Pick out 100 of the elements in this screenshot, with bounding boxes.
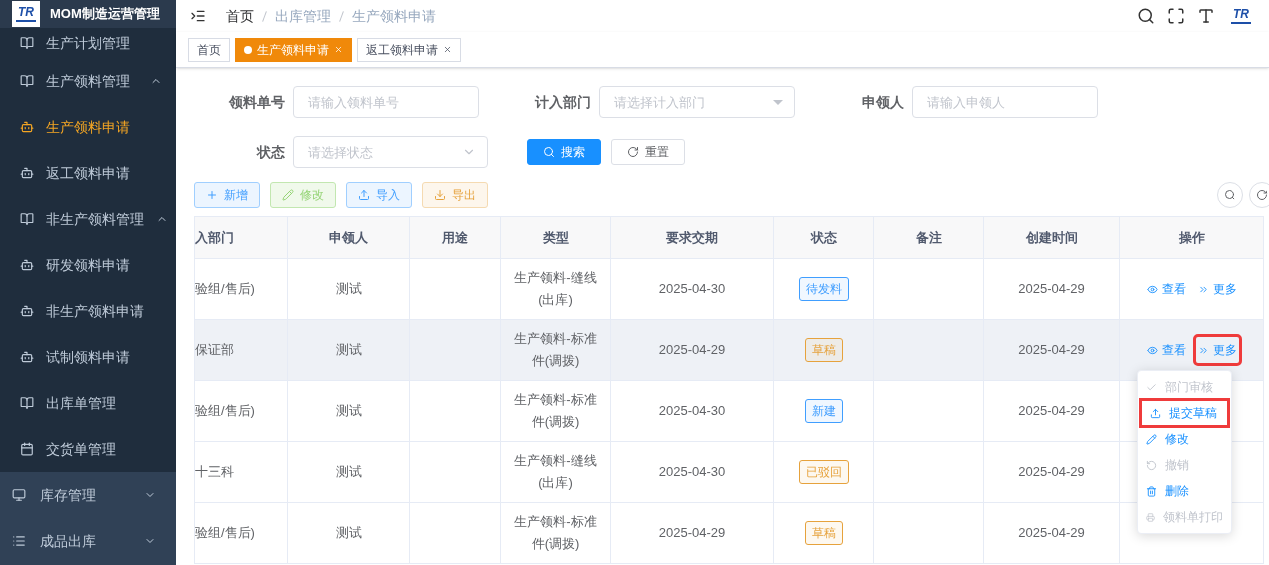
sidebar-item[interactable]: 出库单管理 [0, 380, 176, 426]
view-link[interactable]: 查看 [1144, 337, 1188, 363]
breadcrumb-link[interactable]: 出库管理 [275, 5, 331, 27]
search-icon [543, 146, 555, 158]
eye-icon [1146, 283, 1158, 295]
table-cell: 2025-04-29 [983, 441, 1120, 503]
book-icon [20, 396, 34, 410]
add-icon [206, 189, 218, 201]
column-header: 创建时间 [983, 216, 1120, 259]
table-cell: 2025-04-29 [983, 319, 1120, 381]
page-tab[interactable]: 首页 [188, 37, 230, 62]
pencil-icon [1146, 433, 1157, 445]
select-field[interactable]: 请选择状态 [293, 136, 488, 168]
status-tag: 草稿 [804, 338, 843, 362]
check-icon [1146, 381, 1157, 393]
breadcrumb-link[interactable]: 首页 [226, 5, 254, 27]
column-header: 用途 [409, 216, 501, 259]
table-cell: 2025-04-30 [610, 380, 774, 442]
book-icon [20, 212, 34, 226]
table-cell: 验组/售后) [194, 258, 288, 320]
sidebar-item[interactable]: 库存管理 [0, 472, 176, 518]
font-size-icon[interactable] [1197, 7, 1215, 25]
export-icon [434, 189, 446, 201]
menu-item[interactable]: 提交草稿 [1142, 401, 1227, 425]
search-icon[interactable] [1137, 7, 1155, 25]
monitor-icon [12, 488, 26, 502]
toolbar-button[interactable]: 导出 [422, 182, 488, 208]
column-header: 入部门 [194, 216, 288, 259]
logo: TR [1227, 3, 1255, 29]
menu-icon[interactable] [190, 8, 206, 24]
column-header: 申领人 [287, 216, 410, 259]
sidebar-item[interactable]: 非生产领料管理 [0, 196, 176, 242]
robot-icon [20, 350, 34, 364]
fullscreen-icon[interactable] [1167, 7, 1185, 25]
sidebar-item[interactable]: 研发领料申请 [0, 242, 176, 288]
table-cell: 保证部 [194, 319, 288, 381]
column-header: 要求交期 [610, 216, 774, 259]
edit-icon [282, 189, 294, 201]
sidebar-item[interactable]: 试制领料申请 [0, 334, 176, 380]
upload-icon [1150, 407, 1161, 419]
list-icon [12, 534, 26, 548]
column-header: 操作 [1119, 216, 1264, 259]
column-header: 状态 [773, 216, 874, 259]
close-icon[interactable] [443, 45, 452, 54]
table-cell: 2025-04-29 [983, 502, 1120, 564]
sidebar-item[interactable]: 返工领料申请 [0, 150, 176, 196]
undo-icon [1146, 459, 1157, 471]
menu-item[interactable]: 删除 [1138, 479, 1231, 503]
robot-icon [20, 304, 34, 318]
table-cell: 生产领料-标准件(调拨) [500, 502, 611, 564]
status-tag: 已驳回 [798, 460, 849, 484]
column-header: 类型 [500, 216, 611, 259]
book-icon [20, 74, 34, 88]
import-icon [358, 189, 370, 201]
table-cell: 测试 [287, 319, 410, 381]
input-field[interactable]: 请输入申领人 [912, 86, 1098, 118]
calendar-icon [20, 442, 34, 456]
sidebar-item[interactable]: 生产计划管理 [0, 28, 176, 58]
table-cell: 2025-04-29 [610, 319, 774, 381]
status-tag: 待发料 [798, 277, 849, 301]
toolbar-button[interactable]: 导入 [346, 182, 412, 208]
sidebar-item[interactable]: 交货单管理 [0, 426, 176, 472]
page-tab[interactable]: 生产领料申请 [235, 37, 352, 62]
table-cell: 生产领料-标准件(调拨) [500, 380, 611, 442]
field-label: 状态 [255, 142, 285, 162]
table-cell: 2025-04-29 [983, 380, 1120, 442]
book-icon [20, 36, 34, 50]
table-cell: 2025-04-29 [983, 258, 1120, 320]
status-tag: 新建 [804, 399, 843, 423]
field-label: 计入部门 [533, 92, 591, 112]
table-cell: 测试 [287, 502, 410, 564]
refresh-icon [627, 146, 639, 158]
search-button[interactable]: 搜索 [527, 139, 601, 165]
menu-item[interactable]: 修改 [1138, 427, 1231, 451]
sidebar-item[interactable]: 生产领料申请 [0, 104, 176, 150]
table-cell: 测试 [287, 441, 410, 503]
toolbar-button[interactable]: 新增 [194, 182, 260, 208]
table-cell: 测试 [287, 258, 410, 320]
table-cell: 2025-04-30 [610, 258, 774, 320]
table-cell: 2025-04-30 [610, 441, 774, 503]
breadcrumb-link[interactable]: 生产领料申请 [352, 5, 436, 27]
table-cell: 验组/售后) [194, 380, 288, 442]
sidebar-item[interactable]: 生产领料管理 [0, 58, 176, 104]
trash-icon [1146, 485, 1157, 497]
input-field[interactable]: 请输入领料单号 [293, 86, 479, 118]
table-cell: 测试 [287, 380, 410, 442]
sidebar-item[interactable]: 非生产领料申请 [0, 288, 176, 334]
sidebar-item[interactable]: 成品出库 [0, 518, 176, 564]
table-cell: 生产领料-缝线(出库) [500, 258, 611, 320]
view-link[interactable]: 查看 [1144, 276, 1188, 302]
logo: TR [12, 1, 40, 27]
page-tab[interactable]: 返工领料申请 [357, 37, 461, 62]
more-link[interactable]: 更多 [1195, 337, 1239, 363]
robot-icon [20, 166, 34, 180]
table-cell: 十三科 [194, 441, 288, 503]
robot-icon [20, 120, 34, 134]
table-cell: 生产领料-缝线(出库) [500, 441, 611, 503]
more-link[interactable]: 更多 [1195, 276, 1239, 302]
table-cell: 2025-04-29 [610, 502, 774, 564]
reset-button[interactable]: 重置 [611, 139, 685, 165]
